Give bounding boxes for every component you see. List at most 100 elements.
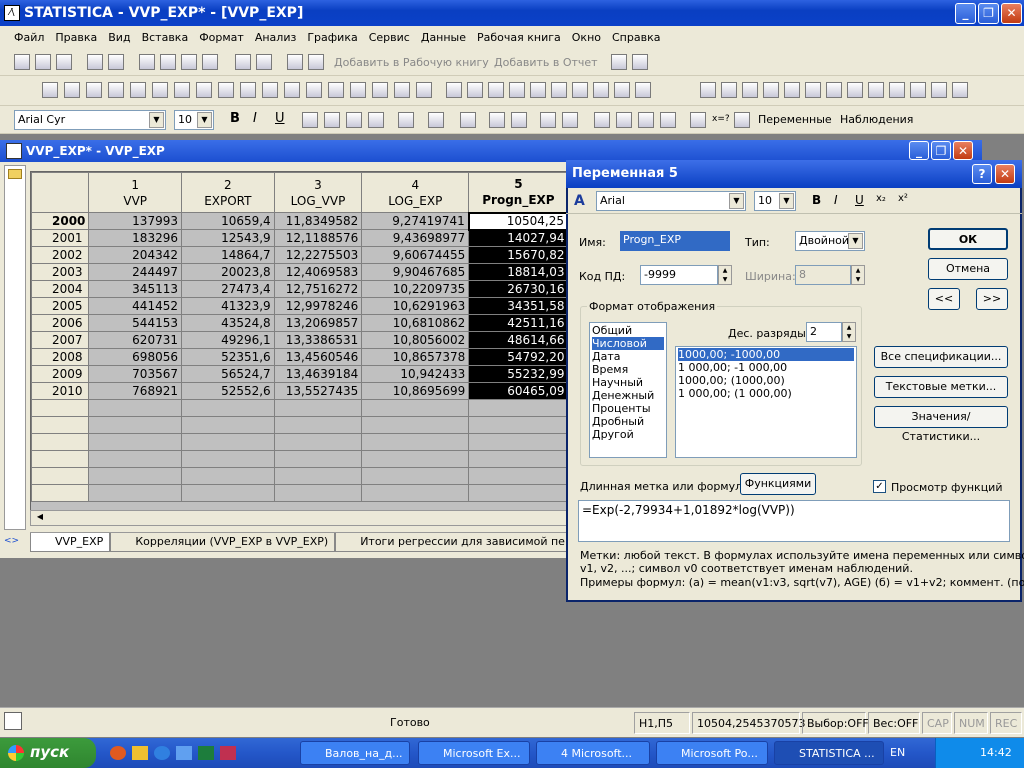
data-cell[interactable]: 10504,25 [467, 211, 569, 231]
ok-button[interactable]: ОК [928, 228, 1008, 250]
data-cell[interactable]: 244497 [88, 263, 182, 281]
cases-menu[interactable]: Наблюдения [840, 113, 913, 126]
empty-cell[interactable] [468, 416, 569, 434]
empty-cell[interactable] [88, 433, 182, 451]
graph-type-icon[interactable] [86, 82, 102, 98]
empty-cell[interactable] [88, 450, 182, 468]
dialog-size-combo[interactable]: 10 ▼ [754, 191, 796, 211]
data-cell[interactable]: 620731 [88, 331, 182, 349]
text-labels-button[interactable]: Текстовые метки... [874, 376, 1008, 398]
horizontal-scrollbar[interactable]: ◀ [30, 510, 570, 526]
graph-type-icon[interactable] [416, 82, 432, 98]
graph-type-icon[interactable] [306, 82, 322, 98]
size-combo[interactable]: 10 ▼ [174, 110, 214, 130]
menu-insert[interactable]: Вставка [142, 31, 189, 44]
list-item[interactable]: Научный [592, 376, 664, 389]
empty-cell[interactable] [361, 433, 470, 451]
list-item[interactable]: 1 000,00; (1 000,00) [678, 387, 854, 400]
align-right-icon[interactable] [346, 112, 362, 128]
font-color-icon[interactable]: A [574, 193, 585, 209]
align-center-icon[interactable] [324, 112, 340, 128]
list-item[interactable]: Дата [592, 350, 664, 363]
graph-type-icon[interactable] [284, 82, 300, 98]
row-header[interactable]: 2001 [31, 229, 90, 247]
menu-help[interactable]: Справка [612, 31, 660, 44]
wb-minimize-button[interactable]: _ [909, 141, 929, 160]
italic-icon[interactable]: I [253, 111, 257, 126]
data-cell[interactable]: 12,9978246 [273, 297, 363, 315]
dialog-help-button[interactable]: ? [972, 164, 992, 184]
empty-cell[interactable] [180, 484, 275, 502]
spec-icon[interactable] [616, 112, 632, 128]
print-preview-icon[interactable] [108, 54, 124, 70]
data-cell[interactable]: 42511,16 [468, 314, 569, 332]
copy-icon[interactable] [160, 54, 176, 70]
vars-icon[interactable] [638, 112, 654, 128]
graph-type-icon[interactable] [42, 82, 58, 98]
graph-type-icon[interactable] [218, 82, 234, 98]
menu-tools[interactable]: Сервис [369, 31, 410, 44]
context-help-icon[interactable] [632, 54, 648, 70]
graph-type-icon[interactable] [196, 82, 212, 98]
row-header[interactable]: 2002 [31, 246, 90, 264]
data-cell[interactable]: 13,2069857 [273, 314, 363, 332]
menu-data[interactable]: Данные [421, 31, 466, 44]
graph-type-icon[interactable] [847, 82, 863, 98]
task-statistica[interactable]: STATISTICA ... [774, 741, 884, 765]
data-cell[interactable]: 10659,4 [180, 212, 275, 230]
row-header[interactable]: 2008 [31, 348, 90, 366]
bold-icon[interactable]: B [812, 193, 821, 207]
data-cell[interactable]: 54792,20 [468, 348, 569, 366]
row-header[interactable]: 2007 [31, 331, 90, 349]
variables-menu[interactable]: Переменные [758, 113, 832, 126]
graph-type-icon[interactable] [952, 82, 968, 98]
data-cell[interactable]: 14027,94 [468, 229, 569, 247]
list-item[interactable]: Числовой [592, 337, 664, 350]
row-header[interactable]: 2006 [31, 314, 90, 332]
graph-type-icon[interactable] [108, 82, 124, 98]
decimals-icon[interactable] [540, 112, 556, 128]
print-icon[interactable] [87, 54, 103, 70]
align-left-icon[interactable] [302, 112, 318, 128]
graph-type-icon[interactable] [467, 82, 483, 98]
font-color-icon[interactable] [398, 112, 414, 128]
cancel-button[interactable]: Отмена [928, 258, 1008, 280]
quicklaunch-ie-icon[interactable] [154, 746, 170, 760]
data-cell[interactable]: 52552,6 [180, 382, 275, 400]
task-excel[interactable]: Microsoft Ex... [418, 741, 530, 765]
data-cell[interactable]: 10,6810862 [361, 314, 470, 332]
task-word[interactable]: 4 Microsoft... [536, 741, 650, 765]
all-specs-button[interactable]: Все спецификации... [874, 346, 1008, 368]
data-cell[interactable]: 9,90467685 [361, 263, 470, 281]
menu-graphs[interactable]: Графика [307, 31, 357, 44]
menu-analysis[interactable]: Анализ [255, 31, 297, 44]
graph-type-icon[interactable] [910, 82, 926, 98]
empty-cell[interactable] [273, 484, 363, 502]
corner-cell[interactable] [31, 172, 90, 213]
data-cell[interactable]: 10,8056002 [361, 331, 470, 349]
graph-type-icon[interactable] [742, 82, 758, 98]
graph-type-icon[interactable] [784, 82, 800, 98]
marker-icon[interactable] [489, 112, 505, 128]
graph-type-icon[interactable] [488, 82, 504, 98]
graph-type-icon[interactable] [700, 82, 716, 98]
data-cell[interactable]: 9,60674455 [361, 246, 470, 264]
cases-icon[interactable] [660, 112, 676, 128]
column-header[interactable]: 1 VVP [88, 172, 182, 213]
empty-cell[interactable] [31, 484, 90, 502]
graph-type-icon[interactable] [240, 82, 256, 98]
data-cell[interactable]: 12543,9 [180, 229, 275, 247]
empty-cell[interactable] [468, 467, 569, 485]
save-icon[interactable] [56, 54, 72, 70]
close-button[interactable]: ✕ [1001, 3, 1022, 24]
language-indicator[interactable]: EN [890, 746, 930, 759]
graph-type-icon[interactable] [372, 82, 388, 98]
empty-cell[interactable] [31, 467, 90, 485]
list-item[interactable]: Дробный [592, 415, 664, 428]
fill-color-icon[interactable] [428, 112, 444, 128]
list-item[interactable]: 1000,00; -1000,00 [678, 348, 854, 361]
data-cell[interactable]: 12,4069583 [273, 263, 363, 281]
superscript-icon[interactable]: x² [898, 193, 908, 204]
empty-cell[interactable] [361, 450, 470, 468]
preview-checkbox[interactable]: ✓ [873, 480, 886, 493]
